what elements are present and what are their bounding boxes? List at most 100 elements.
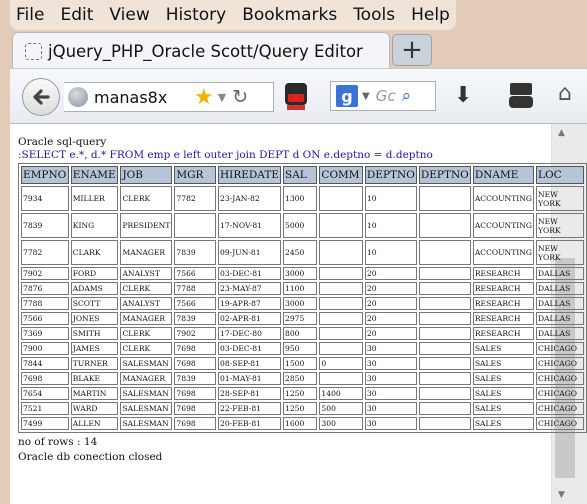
table-cell: 7698 — [174, 387, 217, 400]
table-row: 7902 FORD ANALYST 7566 03-DEC-81 3000 20 RESEAR… — [21, 267, 584, 280]
table-cell: 7566 — [174, 267, 217, 280]
table-cell: MANAGER — [120, 312, 173, 325]
table-cell: ALLEN — [70, 417, 119, 430]
menu-edit[interactable]: Edit — [60, 5, 93, 25]
table-cell: 02-APR-81 — [218, 312, 281, 325]
search-icon[interactable]: ⌕ — [402, 86, 412, 106]
table-cell: 7876 — [21, 282, 69, 295]
table-cell: 1250 — [283, 387, 318, 400]
dropdown-arrow-icon[interactable]: ▼ — [218, 91, 226, 104]
table-cell: 7698 — [21, 372, 69, 385]
table-cell: 0 — [319, 357, 363, 370]
table-cell: JAMES — [70, 342, 119, 355]
table-cell: FORD — [70, 267, 119, 280]
table-cell — [418, 387, 471, 400]
url-text[interactable]: manas8x — [94, 88, 192, 107]
table-cell: NEW YORK — [535, 186, 584, 211]
table-cell: 5000 — [283, 213, 318, 238]
table-cell: CHICAGO — [535, 372, 584, 385]
table-cell: 1100 — [283, 282, 318, 295]
menu-view[interactable]: View — [109, 5, 149, 25]
table-cell: 20-FEB-81 — [218, 417, 281, 430]
table-header-row: EMPNO ENAME JOB MGR HIREDATE SAL COMM DEPTNO DEP… — [21, 166, 584, 184]
column-header: COMM — [319, 166, 363, 184]
menu-tools[interactable]: Tools — [353, 5, 395, 25]
table-cell — [418, 327, 471, 340]
search-box[interactable]: g ▼ Gc ⌕ — [330, 81, 436, 111]
table-cell: 7566 — [21, 312, 69, 325]
back-arrow-icon — [33, 89, 50, 105]
table-cell: ACCOUNTING — [472, 186, 534, 211]
table-cell: 2450 — [283, 240, 318, 265]
table-cell: 7839 — [174, 372, 217, 385]
table-cell: 7369 — [21, 327, 69, 340]
table-row: 7782 CLARK MANAGER 7839 09-JUN-81 2450 10 ACCOU… — [21, 240, 584, 265]
youtube-icon[interactable] — [508, 81, 534, 111]
table-cell: 3000 — [283, 267, 318, 280]
browser-tab[interactable]: jQuery_PHP_Oracle Scott/Query Editor — [12, 32, 390, 70]
table-cell: 7788 — [21, 297, 69, 310]
new-tab-button[interactable]: + — [392, 34, 432, 66]
globe-icon — [68, 87, 88, 107]
table-cell: CHICAGO — [535, 417, 584, 430]
table-cell: JONES — [70, 312, 119, 325]
table-cell: CLERK — [120, 327, 173, 340]
column-header: SAL — [283, 166, 318, 184]
table-cell: 28-SEP-81 — [218, 387, 281, 400]
table-cell: WARD — [70, 402, 119, 415]
table-cell: 22-FEB-81 — [218, 402, 281, 415]
home-icon[interactable]: ⌂ — [558, 81, 572, 106]
table-cell — [418, 267, 471, 280]
reload-icon[interactable]: ↻ — [232, 86, 248, 108]
table-cell: 7900 — [21, 342, 69, 355]
table-cell: 7839 — [174, 312, 217, 325]
download-icon[interactable]: ⬇ — [454, 83, 472, 108]
menu-bookmarks[interactable]: Bookmarks — [242, 5, 337, 25]
column-header: LOC — [535, 166, 584, 184]
menu-bar: File Edit View History Bookmarks Tools H… — [10, 0, 456, 30]
table-cell: 7782 — [21, 240, 69, 265]
table-cell: 08-SEP-81 — [218, 357, 281, 370]
search-engine-dropdown-icon[interactable]: ▼ — [362, 91, 370, 102]
table-cell — [319, 186, 363, 211]
table-cell: 7654 — [21, 387, 69, 400]
table-cell: 2850 — [283, 372, 318, 385]
column-header: DEPTNO — [418, 166, 471, 184]
table-cell: 7782 — [174, 186, 217, 211]
column-header: HIREDATE — [218, 166, 281, 184]
table-cell — [319, 327, 363, 340]
table-cell: 7934 — [21, 186, 69, 211]
table-cell — [319, 372, 363, 385]
table-cell: CHICAGO — [535, 357, 584, 370]
search-input[interactable]: Gc — [376, 87, 396, 105]
table-cell: 03-DEC-81 — [218, 342, 281, 355]
table-cell: 30 — [364, 417, 417, 430]
table-cell: ANALYST — [120, 267, 173, 280]
table-row: 7698 BLAKE MANAGER 7839 01-MAY-81 2850 30 SALES… — [21, 372, 584, 385]
column-header: EMPNO — [21, 166, 69, 184]
menu-file[interactable]: File — [16, 5, 44, 25]
table-cell: 7788 — [174, 282, 217, 295]
table-row: 7566 JONES MANAGER 7839 02-APR-81 2975 20 RESEA… — [21, 312, 584, 325]
tab-title: jQuery_PHP_Oracle Scott/Query Editor — [48, 42, 363, 61]
table-cell: 300 — [319, 417, 363, 430]
table-cell — [319, 312, 363, 325]
table-cell — [418, 297, 471, 310]
table-cell: 7566 — [174, 297, 217, 310]
page-favicon-icon — [25, 43, 42, 60]
back-button[interactable] — [22, 78, 60, 116]
menu-history[interactable]: History — [166, 5, 226, 25]
table-cell: MARTIN — [70, 387, 119, 400]
address-bar[interactable]: manas8x ★ ▼ ↻ — [64, 82, 274, 112]
scroll-down-icon[interactable]: ▼ — [558, 490, 565, 500]
table-cell: CLARK — [70, 240, 119, 265]
google-engine-icon[interactable]: g — [336, 85, 358, 107]
table-cell: 20 — [364, 282, 417, 295]
bookmark-star-icon[interactable]: ★ — [194, 85, 214, 110]
youtube-download-icon[interactable] — [284, 81, 308, 111]
plus-icon: + — [401, 35, 423, 65]
table-row: 7934 MILLER CLERK 7782 23-JAN-82 1300 10 ACCOUN… — [21, 186, 584, 211]
menu-help[interactable]: Help — [411, 5, 450, 25]
table-cell: SALES — [472, 417, 534, 430]
table-cell — [319, 240, 363, 265]
